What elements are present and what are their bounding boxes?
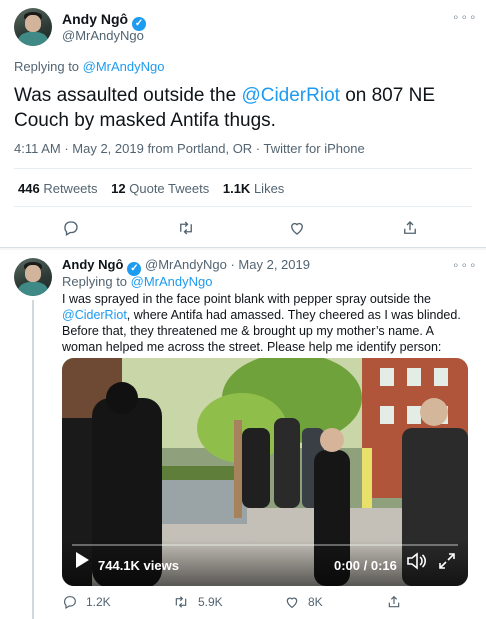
retweets-stat[interactable]: 446 Retweets [18, 181, 98, 196]
replying-handle-link[interactable]: @MrAndyNgo [83, 59, 165, 74]
tweet-timestamp[interactable]: 4:11 AM · May 2, 2019 from Portland, OR … [14, 141, 365, 156]
reply-count: 1.2K [86, 595, 111, 609]
reply-icon [62, 594, 78, 610]
mention-link[interactable]: @CiderRiot [62, 308, 127, 322]
video-player[interactable]: 744.1K views 0:00 / 0:16 [62, 358, 468, 586]
tweet-text: Was assaulted outside the @CiderRiot on … [14, 85, 435, 131]
volume-icon[interactable] [406, 552, 427, 575]
reply-icon[interactable] [62, 219, 80, 237]
likes-stat[interactable]: 1.1K Likes [223, 181, 284, 196]
video-time: 0:00 / 0:16 [334, 558, 397, 573]
reply-button[interactable]: 1.2K [62, 594, 111, 610]
author-name[interactable]: Andy Ngô [62, 11, 128, 27]
mention-link[interactable]: @CiderRiot [241, 85, 339, 106]
share-icon[interactable] [386, 594, 402, 610]
like-button[interactable]: 8K [284, 594, 323, 610]
retweet-icon [172, 594, 190, 610]
reply-author-name[interactable]: Andy Ngô [62, 257, 123, 272]
video-progress-track[interactable] [72, 544, 458, 546]
reply-author-handle[interactable]: @MrAndyNgo [145, 257, 227, 272]
like-icon[interactable] [288, 219, 306, 237]
author-handle[interactable]: @MrAndyNgo [62, 28, 144, 43]
like-count: 8K [308, 595, 323, 609]
reply-text: I was sprayed in the face point blank wi… [62, 292, 461, 354]
reply-replying-handle-link[interactable]: @MrAndyNgo [131, 274, 213, 289]
tweet-stats: 446 Retweets 12 Quote Tweets 1.1K Likes [18, 181, 284, 196]
video-views: 744.1K views [98, 558, 179, 573]
more-icon[interactable]: ∘∘∘ [452, 258, 478, 272]
retweet-count: 5.9K [198, 595, 223, 609]
reply-date[interactable]: · May 2, 2019 [230, 257, 310, 272]
reply-replying-to: Replying to @MrAndyNgo [62, 274, 213, 289]
thread-line [32, 300, 34, 619]
more-icon[interactable]: ∘∘∘ [452, 10, 478, 24]
retweet-button[interactable]: 5.9K [172, 594, 223, 610]
play-icon[interactable] [74, 551, 90, 574]
reply-author-avatar[interactable] [14, 258, 52, 296]
fullscreen-icon[interactable] [438, 552, 456, 575]
like-icon [284, 594, 300, 610]
share-icon[interactable] [401, 219, 419, 237]
retweet-icon[interactable] [176, 219, 196, 237]
replying-to: Replying to @MrAndyNgo [14, 59, 165, 74]
author-avatar[interactable] [14, 8, 52, 46]
quotes-stat[interactable]: 12 Quote Tweets [111, 181, 209, 196]
